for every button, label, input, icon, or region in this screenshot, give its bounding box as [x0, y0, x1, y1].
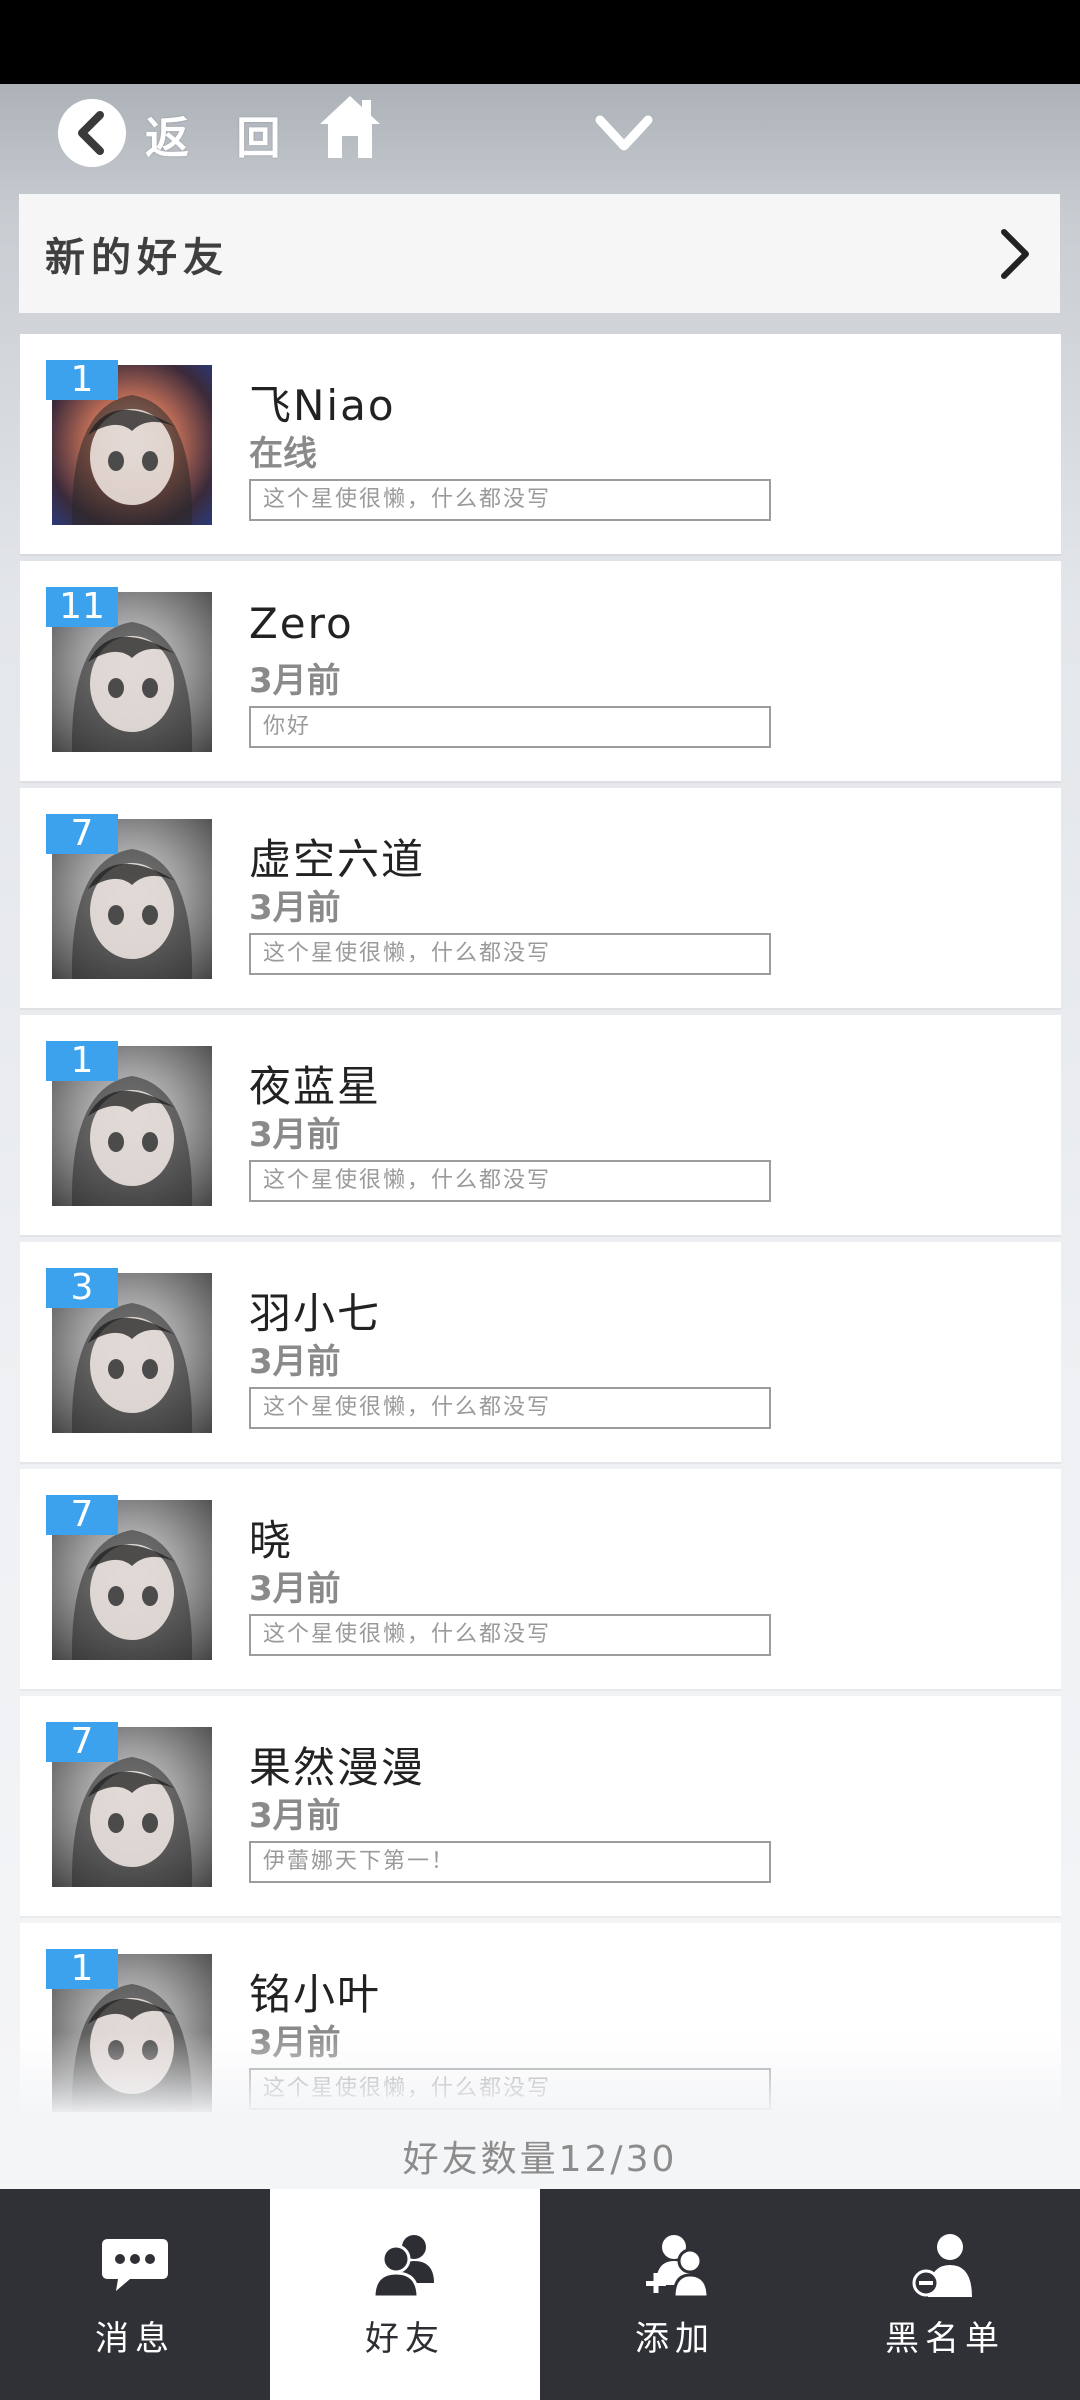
level-badge: 7 [46, 814, 118, 854]
tab-add[interactable]: 添加 [540, 2189, 810, 2400]
home-icon[interactable] [318, 94, 382, 160]
new-friends-label: 新的好友 [45, 234, 229, 281]
friend-name: 虚空六道 [249, 835, 426, 884]
level-badge: 1 [46, 360, 118, 400]
friend-signature: 这个星使很懒，什么都没写 [249, 479, 771, 521]
friend-name: 果然漫漫 [249, 1743, 426, 1792]
tab-blacklist[interactable]: 黑名单 [810, 2189, 1080, 2400]
friend-last-online: 3月前 [249, 2023, 341, 2063]
back-button[interactable] [58, 99, 126, 167]
friend-count: 好友数量12/30 [402, 2139, 678, 2180]
tab-label: 消息 [95, 2319, 175, 2359]
tab-label: 添加 [635, 2319, 715, 2359]
friends-icon [372, 2235, 434, 2299]
friend-card[interactable]: 1 夜蓝星 3月前这个星使很懒，什么都没写 [20, 1015, 1061, 1235]
back-label[interactable]: 返 回 [145, 102, 296, 166]
status-bar [0, 0, 1080, 84]
friend-signature: 这个星使很懒，什么都没写 [249, 1614, 771, 1656]
friend-last-online: 3月前 [249, 1796, 341, 1836]
tab-friends[interactable]: 好友 [270, 2189, 540, 2400]
chevron-down-icon[interactable] [594, 112, 654, 156]
friend-signature: 这个星使很懒，什么都没写 [249, 2068, 771, 2110]
level-badge: 1 [46, 1949, 118, 1989]
friend-last-online: 3月前 [249, 1342, 341, 1382]
blacklist-icon [912, 2234, 972, 2297]
level-badge: 7 [46, 1722, 118, 1762]
tab-messages[interactable]: 消息 [0, 2189, 270, 2400]
chat-bubble-icon [102, 2239, 168, 2291]
friend-last-online: 3月前 [249, 1569, 341, 1609]
friend-name: 飞Niao [249, 381, 396, 430]
chevron-left-icon [78, 111, 104, 155]
friend-name: 羽小七 [249, 1289, 382, 1338]
level-badge: 1 [46, 1041, 118, 1081]
friend-card[interactable]: 3 羽小七 3月前这个星使很懒，什么都没写 [20, 1242, 1061, 1462]
friend-signature: 你好 [249, 706, 771, 748]
friend-list[interactable]: 1 飞Niao 在线 这个星使很懒，什么都没写 11 Zero 3月前 你好 7 虚空六道 3月前这… [20, 334, 1061, 2112]
new-friends-row[interactable]: 新的好友 [19, 194, 1060, 313]
friend-card[interactable]: 1 铭小叶 3月前这个星使很懒，什么都没写 [20, 1923, 1061, 2112]
friend-last-online: 在线 [249, 434, 317, 474]
top-nav: 返 回 [0, 84, 1080, 194]
friend-card[interactable]: 7 晓 3月前这个星使很懒，什么都没写 [20, 1469, 1061, 1689]
tab-label: 好友 [365, 2319, 445, 2359]
friend-last-online: 3月前 [249, 661, 341, 701]
friend-signature: 这个星使很懒，什么都没写 [249, 1387, 771, 1429]
friend-name: 铭小叶 [249, 1970, 382, 2019]
friend-card[interactable]: 7 果然漫漫 3月前伊蕾娜天下第一！ [20, 1696, 1061, 1916]
friend-card[interactable]: 7 虚空六道 3月前这个星使很懒，什么都没写 [20, 788, 1061, 1008]
chevron-right-icon [1001, 229, 1029, 279]
friend-card[interactable]: 1 飞Niao 在线这个星使很懒，什么都没写 [20, 334, 1061, 554]
level-badge: 11 [46, 587, 118, 627]
level-badge: 3 [46, 1268, 118, 1308]
tab-label: 黑名单 [885, 2319, 1005, 2359]
friend-signature: 这个星使很懒，什么都没写 [249, 933, 771, 975]
add-friend-icon [646, 2235, 710, 2299]
friend-name: Zero [249, 599, 354, 648]
friend-name: 夜蓝星 [249, 1062, 382, 1111]
friend-signature: 这个星使很懒，什么都没写 [249, 1160, 771, 1202]
friend-signature: 伊蕾娜天下第一！ [249, 1841, 771, 1883]
friend-last-online: 3月前 [249, 888, 341, 928]
friend-last-online: 3月前 [249, 1115, 341, 1155]
friend-card[interactable]: 11 Zero 3月前你好 [20, 561, 1061, 781]
bottom-tab-bar: 消息 好友 添加 黑名单 [0, 2189, 1080, 2400]
level-badge: 7 [46, 1495, 118, 1535]
friend-name: 晓 [249, 1516, 294, 1565]
